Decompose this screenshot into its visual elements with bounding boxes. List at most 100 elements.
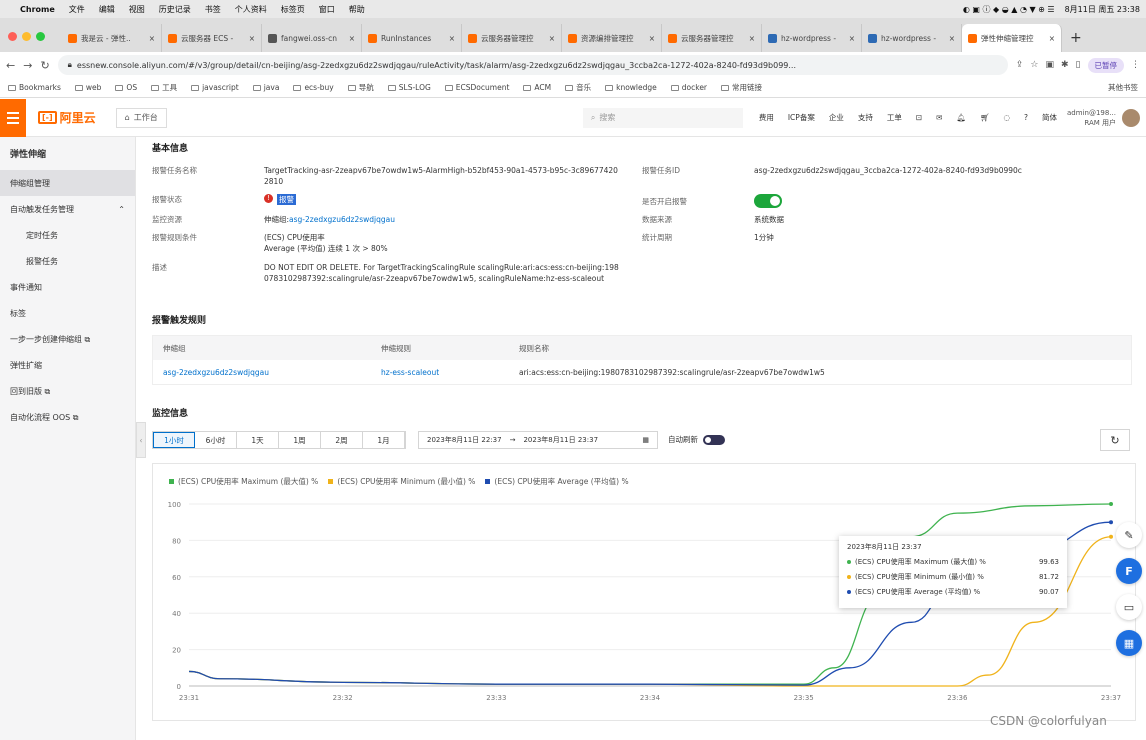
tab-close-icon[interactable]: × bbox=[749, 34, 755, 43]
auto-refresh-toggle[interactable] bbox=[703, 434, 725, 445]
refresh-button[interactable]: ↻ bbox=[1100, 429, 1130, 451]
bookmark-item[interactable]: docker bbox=[670, 83, 707, 92]
tab-close-icon[interactable]: × bbox=[349, 34, 355, 43]
bookmark-item[interactable]: Bookmarks bbox=[8, 83, 61, 92]
star-icon[interactable]: ☆ bbox=[1030, 60, 1038, 70]
sidebar-item[interactable]: 伸缩组管理 bbox=[0, 170, 135, 196]
tab-close-icon[interactable]: × bbox=[149, 34, 155, 43]
sidebar-item[interactable]: 定时任务 bbox=[0, 222, 135, 248]
sidebar-item[interactable]: 回到旧版 ⧉ bbox=[0, 378, 135, 404]
minimize-window-button[interactable] bbox=[22, 32, 31, 41]
time-range-button[interactable]: 1天 bbox=[237, 432, 279, 448]
nav-enterprise[interactable]: 企业 bbox=[829, 112, 844, 123]
browser-tab[interactable]: hz-wordpress - × bbox=[762, 24, 862, 52]
bookmark-item[interactable]: OS bbox=[115, 83, 137, 92]
monitor-link[interactable]: asg-2zedxgzu6dz2swdjqgau bbox=[289, 214, 395, 225]
sidebar-item[interactable]: 事件通知 bbox=[0, 274, 135, 300]
sidebar-item[interactable]: 弹性扩缩 bbox=[0, 352, 135, 378]
bell-icon[interactable]: 🔔︎ bbox=[956, 113, 966, 122]
extension-icon[interactable]: ▣ bbox=[1045, 60, 1054, 70]
tab-close-icon[interactable]: × bbox=[849, 34, 855, 43]
menu-view[interactable]: 视图 bbox=[129, 4, 145, 15]
menu-history[interactable]: 历史记录 bbox=[159, 4, 191, 15]
assistant-icon[interactable]: F bbox=[1116, 558, 1142, 584]
menu-edit[interactable]: 编辑 bbox=[99, 4, 115, 15]
time-range-button[interactable]: 1月 bbox=[363, 432, 405, 448]
bookmark-item[interactable]: ecs-buy bbox=[293, 83, 334, 92]
collapse-sidebar-button[interactable]: ‹ bbox=[136, 422, 146, 458]
tab-close-icon[interactable]: × bbox=[949, 34, 955, 43]
browser-tab[interactable]: 我是云 - 弹性.. × bbox=[62, 24, 162, 52]
nav-icp[interactable]: ICP备案 bbox=[788, 112, 815, 123]
time-range-button[interactable]: 6小时 bbox=[195, 432, 237, 448]
bookmark-item[interactable]: 音乐 bbox=[565, 82, 591, 93]
bookmark-other[interactable]: 其他书签 bbox=[1108, 82, 1138, 93]
browser-tab[interactable]: 云服务器 ECS - × bbox=[162, 24, 262, 52]
forward-icon[interactable]: → bbox=[23, 59, 32, 72]
browser-tab[interactable]: fangwei.oss-cn × bbox=[262, 24, 362, 52]
menu-file[interactable]: 文件 bbox=[69, 4, 85, 15]
sidebar-item[interactable]: 自动触发任务管理 ⌃ bbox=[0, 196, 135, 222]
bookmark-item[interactable]: SLS-LOG bbox=[387, 83, 431, 92]
nav-fees[interactable]: 费用 bbox=[759, 112, 774, 123]
share-icon[interactable]: ⇪ bbox=[1016, 60, 1024, 70]
close-window-button[interactable] bbox=[8, 32, 17, 41]
message-icon[interactable]: ✉ bbox=[936, 113, 942, 122]
edit-icon[interactable]: ✎ bbox=[1116, 522, 1142, 548]
cart-icon[interactable]: 🛒︎ bbox=[980, 113, 990, 122]
menu-bookmarks[interactable]: 书签 bbox=[205, 4, 221, 15]
sidebar-item[interactable]: 标签 bbox=[0, 300, 135, 326]
tab-close-icon[interactable]: × bbox=[1049, 34, 1055, 43]
browser-tab[interactable]: RunInstances × bbox=[362, 24, 462, 52]
profile-button[interactable]: 已暂停 bbox=[1087, 57, 1124, 73]
new-tab-button[interactable]: + bbox=[1062, 30, 1090, 52]
time-range-button[interactable]: 2周 bbox=[321, 432, 363, 448]
browser-tab[interactable]: 弹性伸缩管理控 × bbox=[962, 24, 1062, 52]
nav-ticket[interactable]: 工单 bbox=[887, 112, 902, 123]
bookmark-item[interactable]: 工具 bbox=[151, 82, 177, 93]
apps-icon[interactable]: ▦ bbox=[1116, 630, 1142, 656]
time-range-button[interactable]: 1周 bbox=[279, 432, 321, 448]
sidepanel-icon[interactable]: ▯ bbox=[1076, 60, 1081, 70]
bookmark-item[interactable]: web bbox=[74, 83, 101, 92]
date-range-picker[interactable]: 2023年8月11日 22:37 → 2023年8月11日 23:37 ▦ bbox=[418, 431, 658, 449]
nav-support[interactable]: 支持 bbox=[858, 112, 873, 123]
tab-close-icon[interactable]: × bbox=[249, 34, 255, 43]
row-rule-link[interactable]: hz-ess-scaleout bbox=[381, 368, 519, 377]
back-icon[interactable]: ← bbox=[6, 59, 15, 72]
kebab-menu-icon[interactable]: ⋮ bbox=[1131, 60, 1140, 70]
lang-switch[interactable]: 简体 bbox=[1042, 112, 1057, 123]
alarm-enabled-toggle[interactable] bbox=[754, 194, 782, 208]
user-info[interactable]: admin@198... RAM 用户 bbox=[1067, 108, 1116, 128]
bookmark-item[interactable]: knowledge bbox=[605, 83, 657, 92]
search-input[interactable]: ⌕ 搜索 bbox=[582, 107, 743, 128]
menu-help[interactable]: 帮助 bbox=[349, 4, 365, 15]
lightbulb-icon[interactable]: ◌ bbox=[1003, 113, 1010, 122]
terminal-icon[interactable]: ⊡ bbox=[916, 113, 922, 122]
bookmark-item[interactable]: java bbox=[252, 83, 279, 92]
reload-icon[interactable]: ↻ bbox=[40, 59, 49, 72]
bookmark-item[interactable]: ECSDocument bbox=[444, 83, 509, 92]
tab-close-icon[interactable]: × bbox=[449, 34, 455, 43]
menu-icon[interactable] bbox=[0, 98, 26, 137]
help-icon[interactable]: ? bbox=[1024, 113, 1028, 122]
workbench-button[interactable]: ⌂ 工作台 bbox=[115, 107, 167, 128]
maximize-window-button[interactable] bbox=[36, 32, 45, 41]
app-menu[interactable]: Chrome bbox=[20, 5, 55, 14]
browser-tab[interactable]: 资源编排管理控 × bbox=[562, 24, 662, 52]
browser-tab[interactable]: 云服务器管理控 × bbox=[662, 24, 762, 52]
sidebar-item[interactable]: 报警任务 bbox=[0, 248, 135, 274]
sidebar-item[interactable]: 一步一步创建伸缩组 ⧉ bbox=[0, 326, 135, 352]
chat-icon[interactable]: ▭ bbox=[1116, 594, 1142, 620]
browser-tab[interactable]: 云服务器管理控 × bbox=[462, 24, 562, 52]
aliyun-logo[interactable]: [-] 阿里云 bbox=[38, 109, 96, 126]
menu-tab[interactable]: 标签页 bbox=[281, 4, 305, 15]
url-field[interactable]: 🔒︎ essnew.console.aliyun.com/#/v3/group/… bbox=[57, 55, 1008, 75]
menu-profiles[interactable]: 个人资料 bbox=[235, 4, 267, 15]
puzzle-icon[interactable]: ✱ bbox=[1061, 60, 1069, 70]
tab-close-icon[interactable]: × bbox=[549, 34, 555, 43]
menu-window[interactable]: 窗口 bbox=[319, 4, 335, 15]
browser-tab[interactable]: hz-wordpress - × bbox=[862, 24, 962, 52]
bookmark-item[interactable]: 导航 bbox=[347, 82, 374, 93]
bookmark-item[interactable]: ACM bbox=[523, 83, 551, 92]
